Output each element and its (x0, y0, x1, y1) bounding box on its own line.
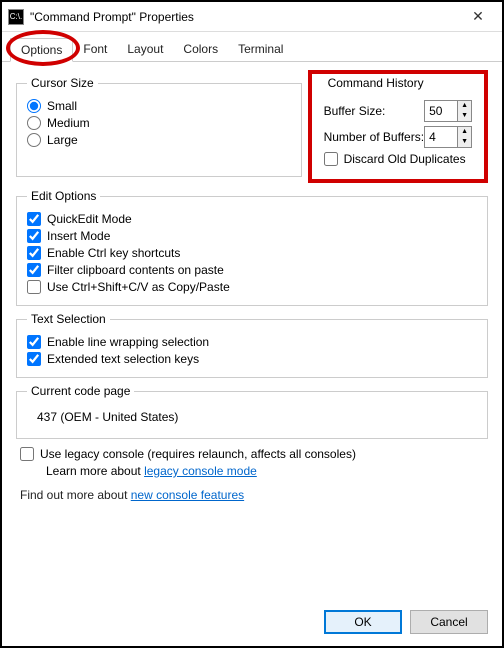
tab-strip: Options Font Layout Colors Terminal (2, 32, 502, 62)
edit-options-legend: Edit Options (27, 189, 100, 203)
tab-layout[interactable]: Layout (117, 38, 173, 61)
ok-button[interactable]: OK (324, 610, 402, 634)
current-code-page-group: Current code page 437 (OEM - United Stat… (16, 384, 488, 439)
options-panel: Cursor Size Small Medium Large Command H… (2, 62, 502, 522)
cursor-small[interactable]: Small (27, 99, 291, 113)
command-history-group: Command History Buffer Size: ▲▼ Number o… (314, 76, 482, 177)
quickedit-mode[interactable]: QuickEdit Mode (27, 212, 477, 226)
cursor-size-group: Cursor Size Small Medium Large (16, 76, 302, 177)
spin-up-icon[interactable]: ▲ (458, 127, 471, 137)
cursor-small-radio[interactable] (27, 99, 41, 113)
dialog-buttons: OK Cancel (324, 610, 488, 634)
buffer-size-spinner[interactable]: ▲▼ (424, 100, 472, 122)
cursor-large[interactable]: Large (27, 133, 291, 147)
discard-duplicates-checkbox[interactable] (324, 152, 338, 166)
legacy-console-mode-link[interactable]: legacy console mode (144, 464, 257, 478)
edit-options-group: Edit Options QuickEdit Mode Insert Mode … (16, 189, 488, 306)
insert-mode[interactable]: Insert Mode (27, 229, 477, 243)
spin-down-icon[interactable]: ▼ (458, 111, 471, 121)
extended-text-selection[interactable]: Extended text selection keys (27, 352, 477, 366)
learn-more-text: Learn more about (46, 464, 144, 478)
close-button[interactable]: ✕ (458, 3, 498, 31)
cursor-medium[interactable]: Medium (27, 116, 291, 130)
spin-down-icon[interactable]: ▼ (458, 137, 471, 147)
num-buffers-input[interactable] (425, 127, 457, 147)
num-buffers-spinner[interactable]: ▲▼ (424, 126, 472, 148)
highlight-history-box: Command History Buffer Size: ▲▼ Number o… (308, 70, 488, 183)
find-out-text: Find out more about (20, 488, 131, 502)
use-legacy-console[interactable]: Use legacy console (requires relaunch, a… (20, 447, 484, 461)
enable-ctrl-shortcuts[interactable]: Enable Ctrl key shortcuts (27, 246, 477, 260)
new-console-features-link[interactable]: new console features (131, 488, 244, 502)
current-code-page-value: 437 (OEM - United States) (27, 404, 477, 430)
spin-up-icon[interactable]: ▲ (458, 101, 471, 111)
window-title: "Command Prompt" Properties (30, 10, 458, 24)
ctrl-shift-cv[interactable]: Use Ctrl+Shift+C/V as Copy/Paste (27, 280, 477, 294)
cursor-medium-radio[interactable] (27, 116, 41, 130)
num-buffers-label: Number of Buffers: (324, 130, 425, 144)
text-selection-group: Text Selection Enable line wrapping sele… (16, 312, 488, 378)
use-legacy-console-checkbox[interactable] (20, 447, 34, 461)
app-icon: C:\. (8, 9, 24, 25)
buffer-size-label: Buffer Size: (324, 104, 386, 118)
titlebar: C:\. "Command Prompt" Properties ✕ (2, 2, 502, 32)
current-code-page-legend: Current code page (27, 384, 134, 398)
command-history-legend: Command History (324, 76, 428, 90)
discard-duplicates[interactable]: Discard Old Duplicates (324, 152, 472, 166)
cancel-button[interactable]: Cancel (410, 610, 488, 634)
tab-font[interactable]: Font (73, 38, 117, 61)
line-wrapping-selection[interactable]: Enable line wrapping selection (27, 335, 477, 349)
cursor-size-legend: Cursor Size (27, 76, 98, 90)
text-selection-legend: Text Selection (27, 312, 110, 326)
filter-clipboard[interactable]: Filter clipboard contents on paste (27, 263, 477, 277)
tab-terminal[interactable]: Terminal (228, 38, 293, 61)
tab-options[interactable]: Options (10, 38, 73, 62)
buffer-size-input[interactable] (425, 101, 457, 121)
tab-colors[interactable]: Colors (173, 38, 228, 61)
cursor-large-radio[interactable] (27, 133, 41, 147)
